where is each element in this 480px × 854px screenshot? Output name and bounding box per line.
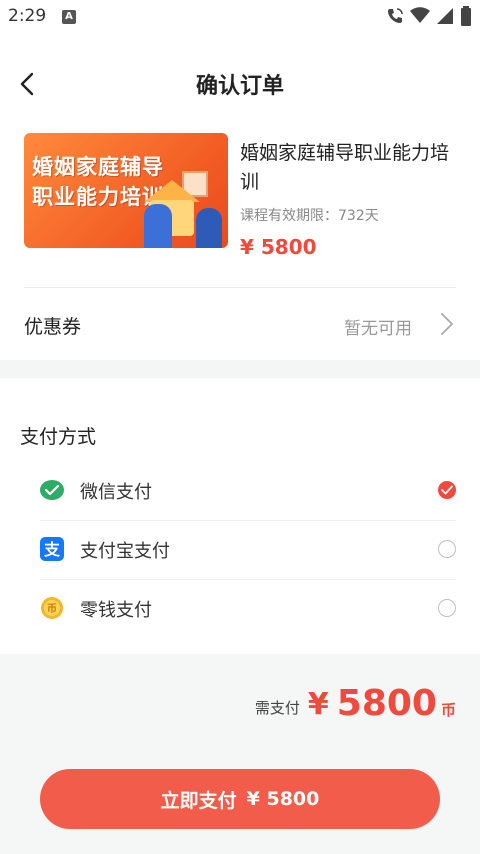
header: 确认订单 bbox=[0, 56, 480, 112]
status-time: 2:29 bbox=[8, 6, 47, 26]
product-validity: 课程有效期限：732天 bbox=[240, 208, 379, 224]
coupon-value: 暂无可用 bbox=[344, 319, 412, 339]
payment-option-alipay[interactable]: 支 支付宝支付 bbox=[0, 520, 480, 578]
payment-option-balance[interactable]: 币 零钱支付 bbox=[0, 579, 480, 637]
pay-now-button[interactable]: 立即支付 ¥ 5800 bbox=[40, 769, 440, 829]
summary-currency: ¥ bbox=[307, 687, 329, 722]
course-cover-image: 婚姻家庭辅导 职业能力培训 bbox=[24, 133, 228, 248]
payment-option-wechat[interactable]: 微信支付 bbox=[0, 461, 480, 519]
wifi-icon bbox=[410, 7, 430, 23]
radio-checked[interactable] bbox=[438, 481, 456, 499]
cover-title-line1: 婚姻家庭辅导 bbox=[32, 155, 164, 179]
product-title: 婚姻家庭辅导职业能力培训 bbox=[240, 142, 450, 193]
svg-text:币: 币 bbox=[47, 603, 57, 615]
battery-icon bbox=[461, 6, 471, 26]
product-card[interactable]: 婚姻家庭辅导 职业能力培训 婚姻家庭辅导职业能力培训 课程有效期限：732天 ¥… bbox=[24, 133, 456, 259]
svg-text:支: 支 bbox=[43, 540, 61, 559]
coin-icon: 币 bbox=[41, 597, 63, 619]
signal-icon bbox=[437, 8, 453, 24]
coupon-label: 优惠券 bbox=[24, 316, 82, 338]
cover-person-right bbox=[196, 208, 222, 248]
section-gap bbox=[0, 360, 480, 378]
wechat-pay-icon bbox=[40, 480, 64, 500]
alipay-icon: 支 bbox=[40, 537, 64, 561]
payment-option-label: 支付宝支付 bbox=[80, 541, 170, 562]
notification-icon: A bbox=[62, 10, 76, 24]
pay-button-label: 立即支付 bbox=[160, 789, 237, 812]
status-icons bbox=[386, 6, 472, 26]
radio-unchecked[interactable] bbox=[438, 599, 456, 617]
radio-unchecked[interactable] bbox=[438, 540, 456, 558]
summary-label: 需支付 bbox=[254, 699, 300, 717]
payment-option-label: 微信支付 bbox=[80, 482, 152, 503]
payment-section-title: 支付方式 bbox=[20, 426, 97, 448]
summary-unit: 币 bbox=[440, 701, 456, 719]
cover-person-left bbox=[144, 204, 172, 248]
payment-option-label: 零钱支付 bbox=[80, 600, 152, 621]
payment-summary: 需支付 ¥ 5800 币 bbox=[255, 684, 456, 724]
wifi-calling-icon bbox=[388, 8, 403, 23]
cover-house-roof bbox=[144, 180, 200, 202]
product-price: ¥ 5800 bbox=[240, 235, 317, 259]
checkmark-icon bbox=[441, 485, 453, 495]
page-title: 确认订单 bbox=[195, 74, 284, 99]
status-bar: 2:29 A bbox=[0, 0, 480, 34]
chevron-right-icon bbox=[441, 313, 454, 335]
summary-amount: 5800 bbox=[336, 683, 437, 724]
coupon-row[interactable]: 优惠券 暂无可用 bbox=[0, 288, 480, 360]
pay-button-amount: ¥ 5800 bbox=[246, 788, 320, 810]
